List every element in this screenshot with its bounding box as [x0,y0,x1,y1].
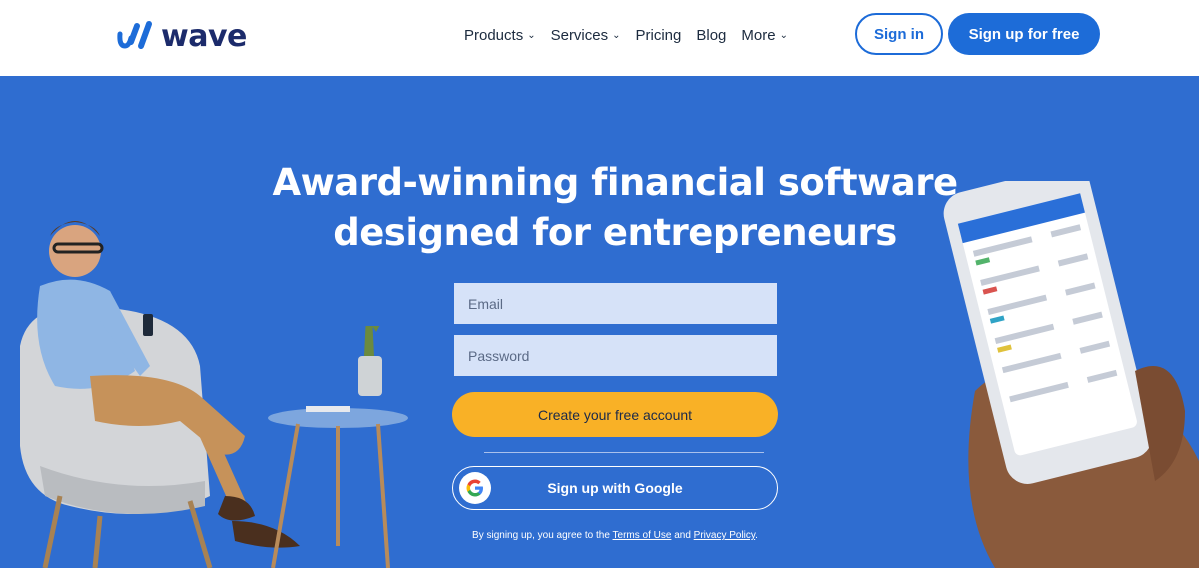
nav-label: Blog [696,26,727,44]
nav-label: Services [550,26,609,44]
nav-label: Pricing [635,26,682,44]
sign-up-free-button[interactable]: Sign up for free [948,13,1100,55]
headline-line-2: designed for entrepreneurs [333,211,897,254]
google-signup-button[interactable]: Sign up with Google [452,466,778,510]
wave-logo[interactable]: wave [117,19,247,54]
chevron-down-icon: ⌄ [612,29,621,41]
nav-item-more[interactable]: More ⌄ [741,27,788,44]
password-field[interactable]: Password [454,335,777,376]
legal-notice: By signing up, you agree to the Terms of… [420,530,810,541]
nav-label: More [741,26,776,44]
privacy-policy-link[interactable]: Privacy Policy [694,530,756,541]
nav-item-services[interactable]: Services ⌄ [551,27,621,44]
sign-in-button[interactable]: Sign in [855,13,943,55]
site-header: wave Products ⌄ Services ⌄ Pricing Blog … [0,0,1199,76]
legal-and: and [674,530,691,541]
legal-suffix: . [755,530,758,541]
main-nav: Products ⌄ Services ⌄ Pricing Blog More … [464,24,803,46]
google-g-icon [459,472,491,504]
nav-item-pricing[interactable]: Pricing [636,27,682,44]
chevron-down-icon: ⌄ [527,29,536,41]
chevron-down-icon: ⌄ [779,29,788,41]
headline-line-1: Award-winning financial software [272,161,958,204]
side-table-illustration [268,326,408,568]
legal-prefix: By signing up, you agree to the [472,530,610,541]
terms-of-use-link[interactable]: Terms of Use [613,530,672,541]
nav-label: Products [464,26,524,44]
nav-item-blog[interactable]: Blog [696,27,726,44]
google-signup-label: Sign up with Google [547,480,683,496]
hero-headline: Award-winning financial software designe… [0,158,1199,258]
form-divider [484,452,764,453]
email-field[interactable]: Email [454,283,777,324]
hero-section: Award-winning financial software designe… [0,76,1199,568]
wave-logo-icon [117,20,152,49]
nav-item-products[interactable]: Products ⌄ [464,27,536,44]
brand-name: wave [161,19,247,54]
create-account-button[interactable]: Create your free account [452,392,778,437]
